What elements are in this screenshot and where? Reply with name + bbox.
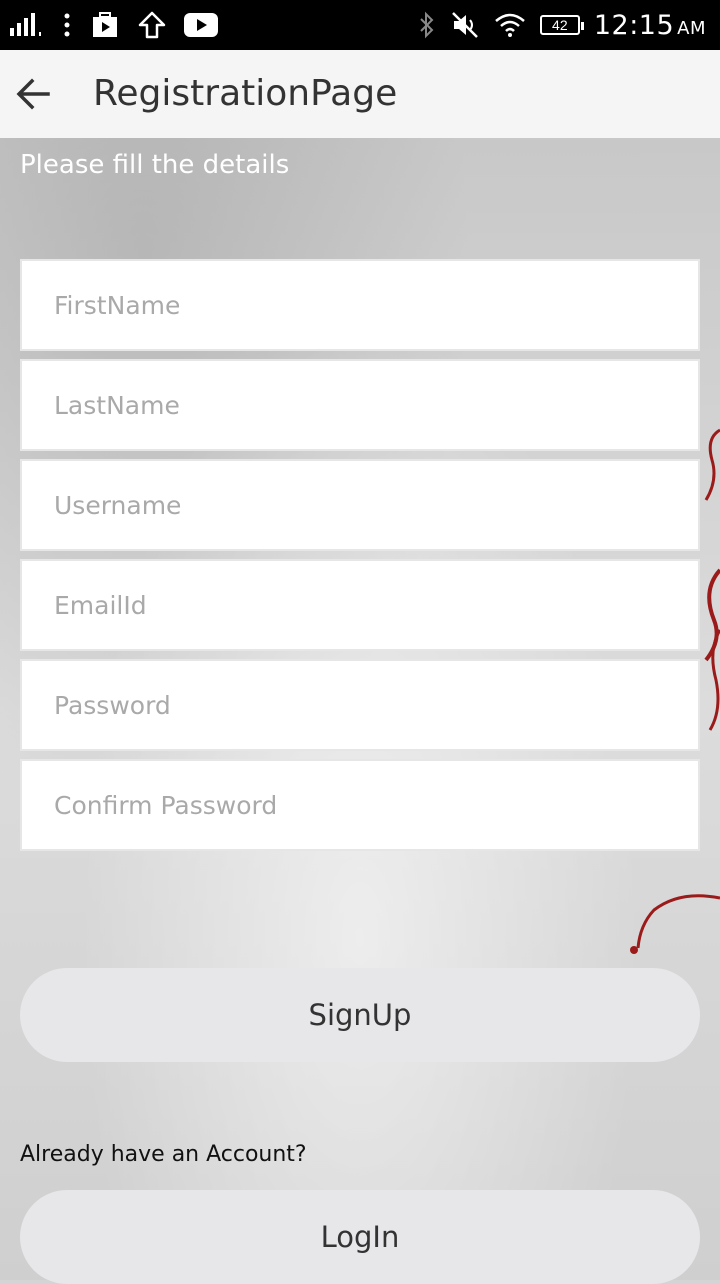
more-vert-icon	[64, 13, 70, 37]
signal-icon	[10, 13, 41, 36]
last-name-input[interactable]	[22, 361, 698, 449]
username-input[interactable]	[22, 461, 698, 549]
mute-icon	[451, 12, 478, 38]
bluetooth-icon	[420, 11, 434, 39]
arrow-back-icon	[16, 78, 50, 110]
signup-button[interactable]: SignUp	[20, 968, 700, 1062]
upload-icon	[138, 11, 166, 39]
email-input[interactable]	[22, 561, 698, 649]
already-have-account-label: Already have an Account?	[20, 1142, 307, 1167]
status-bar-left	[10, 0, 218, 50]
last-name-field-container	[20, 359, 700, 451]
confirm-password-field-container	[20, 759, 700, 851]
play-store-icon	[93, 12, 117, 37]
page-title: RegistrationPage	[93, 73, 398, 114]
youtube-icon	[184, 13, 218, 37]
password-input[interactable]	[22, 661, 698, 749]
status-bar-right: 42 12:15 AM	[418, 0, 706, 50]
first-name-input[interactable]	[22, 261, 698, 349]
clock: 12:15 AM	[594, 10, 706, 41]
status-bar: 42 12:15 AM	[0, 0, 720, 50]
battery-indicator: 42	[539, 15, 584, 35]
back-button[interactable]	[12, 72, 56, 116]
confirm-password-input[interactable]	[22, 761, 698, 849]
clock-time: 12:15	[593, 9, 675, 41]
wifi-icon	[495, 13, 525, 37]
clock-ampm: AM	[677, 17, 706, 39]
first-name-field-container	[20, 259, 700, 351]
email-field-container	[20, 559, 700, 651]
form-subtitle: Please fill the details	[20, 150, 290, 180]
username-field-container	[20, 459, 700, 551]
password-field-container	[20, 659, 700, 751]
login-button[interactable]: LogIn	[20, 1190, 700, 1284]
app-bar: RegistrationPage	[0, 50, 720, 138]
battery-level: 42	[552, 17, 568, 33]
